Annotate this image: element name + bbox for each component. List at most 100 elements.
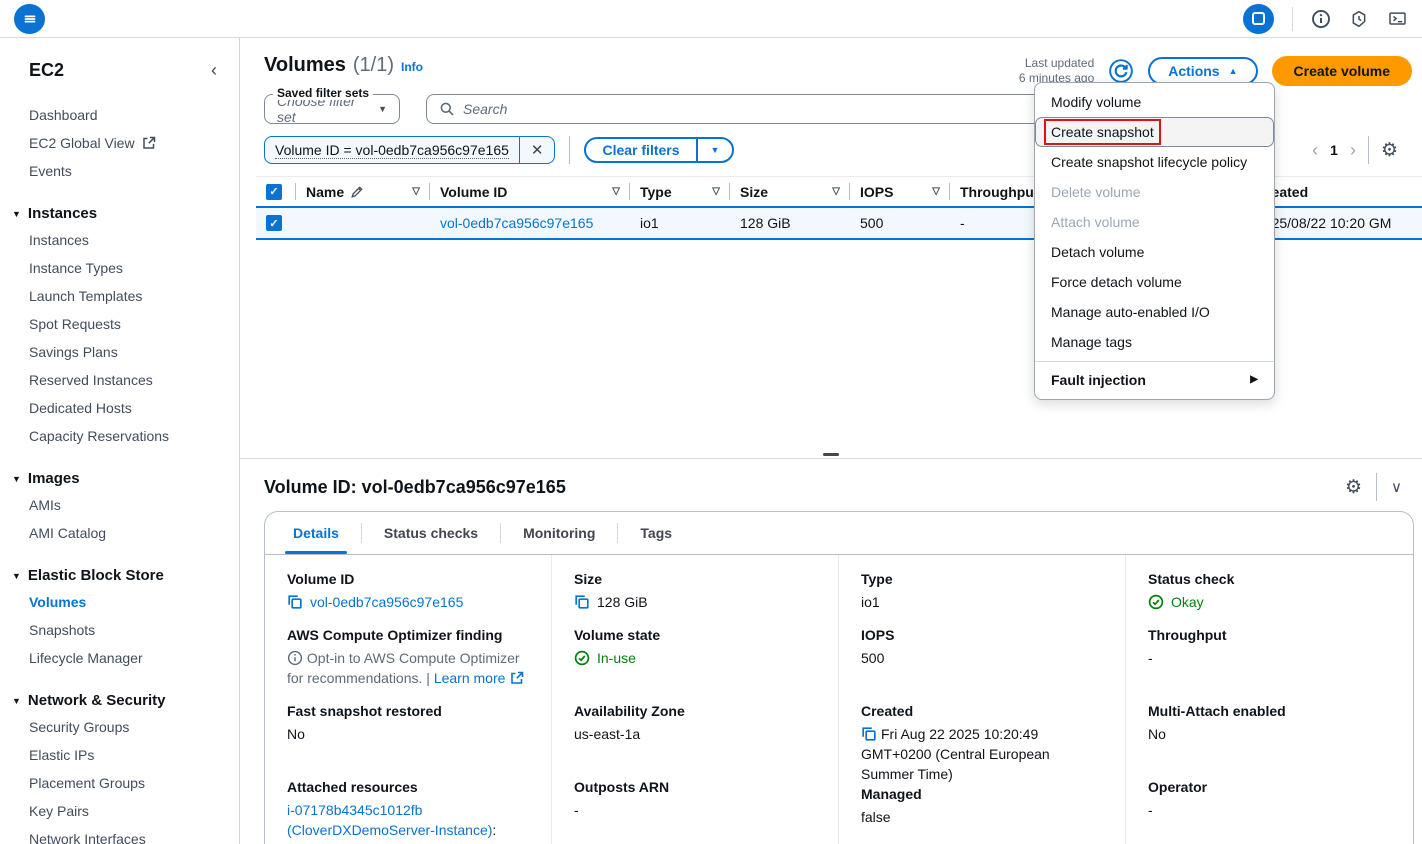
copy-icon[interactable] [574,594,590,610]
filter-icon[interactable]: ▽ [932,186,940,197]
copy-icon[interactable] [861,726,877,742]
topbar-divider [1292,7,1293,31]
sidebar-item-dedicated-hosts[interactable]: Dedicated Hosts [0,394,239,422]
field-attached-resources: Attached resources i-07178b4345c1012fb (… [287,777,529,844]
sidebar-item-amis[interactable]: AMIs [0,491,239,519]
sidebar-item-spot-requests[interactable]: Spot Requests [0,310,239,338]
page-number[interactable]: 1 [1330,142,1338,158]
create-volume-button[interactable]: Create volume [1272,56,1412,86]
select-all-checkbox[interactable]: ✓ [266,184,282,200]
volume-id-link[interactable]: vol-0edb7ca956c97e165 [440,215,593,231]
sidebar-item-volumes[interactable]: Volumes [0,588,239,616]
cloudshell-icon[interactable] [1387,9,1408,29]
sidebar-section-elastic-block-store[interactable]: ▼ Elastic Block Store [0,563,239,588]
saved-filter-sets-label: Saved filter sets [273,86,373,100]
info-icon [287,650,303,666]
panel-splitter[interactable] [240,458,1422,459]
sidebar: EC2 ‹ Dashboard EC2 Global View Events ▼… [0,38,240,844]
tab-status-checks[interactable]: Status checks [362,512,500,554]
menu-item-detach-volume[interactable]: Detach volume [1035,237,1274,267]
panel-icon [1252,12,1265,25]
column-header-type[interactable]: Type ▽ [630,177,730,206]
timer-icon[interactable] [1349,9,1369,29]
menu-item-manage-tags[interactable]: Manage tags [1035,327,1274,357]
clear-filters-dropdown[interactable]: ▼ [698,139,733,161]
copy-icon[interactable] [287,594,303,610]
actions-button[interactable]: Actions ▲ [1148,57,1257,85]
page-title: Volumes [264,54,346,77]
clear-filters-label[interactable]: Clear filters [586,139,695,161]
panel-collapse-icon[interactable]: ∨ [1391,478,1402,496]
next-page-button[interactable]: › [1350,141,1356,159]
sidebar-section-network-security[interactable]: ▼ Network & Security [0,688,239,713]
edit-pencil-icon [349,184,365,200]
field-iops: IOPS 500 [861,625,1103,701]
hamburger-icon [21,10,39,28]
saved-filter-sets-select[interactable]: Saved filter sets Choose filter set ▼ [264,94,400,124]
info-link[interactable]: Info [401,60,423,74]
menu-item-fault-injection[interactable]: Fault injection ▶ [1035,362,1274,395]
sidebar-item-dashboard[interactable]: Dashboard [0,101,239,129]
row-checkbox[interactable]: ✓ [266,215,282,231]
filter-icon[interactable]: ▽ [612,186,620,197]
sidebar-item-ami-catalog[interactable]: AMI Catalog [0,519,239,547]
menu-item-create-snapshot-lifecycle-policy[interactable]: Create snapshot lifecycle policy [1035,147,1274,177]
sidebar-section-images[interactable]: ▼ Images [0,466,239,491]
sidebar-item-savings-plans[interactable]: Savings Plans [0,338,239,366]
sidebar-item-launch-templates[interactable]: Launch Templates [0,282,239,310]
sidebar-item-placement-groups[interactable]: Placement Groups [0,769,239,797]
tab-details[interactable]: Details [271,512,361,554]
filter-icon[interactable]: ▽ [832,186,840,197]
tab-monitoring[interactable]: Monitoring [501,512,617,554]
menu-item-manage-auto-enabled-io[interactable]: Manage auto-enabled I/O [1035,297,1274,327]
cell-name [296,208,430,238]
red-annotation-box: Create snapshot [1051,122,1154,142]
filter-icon[interactable]: ▽ [712,186,720,197]
learn-more-link[interactable]: Learn more [434,670,506,686]
sidebar-item-key-pairs[interactable]: Key Pairs [0,797,239,825]
filter-icon[interactable]: ▽ [412,186,420,197]
sidebar-item-events[interactable]: Events [0,157,239,185]
column-header-name[interactable]: Name ▽ [296,177,430,206]
sidebar-item-instances[interactable]: Instances [0,226,239,254]
refresh-button[interactable] [1108,58,1134,84]
column-header-volume-id[interactable]: Volume ID ▽ [430,177,630,206]
column-header-iops[interactable]: IOPS ▽ [850,177,950,206]
menu-item-delete-volume: Delete volume [1035,177,1274,207]
filter-token: Volume ID = vol-0edb7ca956c97e165 ✕ [264,136,555,164]
field-compute-optimizer: AWS Compute Optimizer finding Opt-in to … [287,625,529,701]
sidebar-item-capacity-reservations[interactable]: Capacity Reservations [0,422,239,450]
remove-filter-button[interactable]: ✕ [520,137,555,163]
sidebar-item-ec2-global-view[interactable]: EC2 Global View [0,129,239,157]
hamburger-menu-button[interactable] [14,4,45,34]
info-icon[interactable] [1311,9,1331,29]
previous-page-button[interactable]: ‹ [1312,141,1318,159]
chevron-down-icon: ▼ [378,104,387,114]
menu-item-create-snapshot[interactable]: Create snapshot [1035,117,1274,147]
sidebar-item-security-groups[interactable]: Security Groups [0,713,239,741]
splitter-handle-icon[interactable] [823,453,839,456]
column-header-size[interactable]: Size ▽ [730,177,850,206]
sidebar-item-lifecycle-manager[interactable]: Lifecycle Manager [0,644,239,672]
cell-type: io1 [630,208,730,238]
menu-item-force-detach-volume[interactable]: Force detach volume [1035,267,1274,297]
section-caret-icon: ▼ [12,571,21,581]
divider [569,136,570,164]
volume-id-detail-link[interactable]: vol-0edb7ca956c97e165 [310,592,463,612]
attached-instance-link[interactable]: i-07178b4345c1012fb (CloverDXDemoServer-… [287,802,492,838]
sidebar-item-elastic-ips[interactable]: Elastic IPs [0,741,239,769]
menu-item-modify-volume[interactable]: Modify volume [1035,87,1274,117]
panel-settings-gear-icon[interactable]: ⚙ [1345,478,1362,497]
sidebar-section-instances[interactable]: ▼ Instances [0,201,239,226]
sidebar-item-instance-types[interactable]: Instance Types [0,254,239,282]
sidebar-item-reserved-instances[interactable]: Reserved Instances [0,366,239,394]
sidebar-item-network-interfaces[interactable]: Network Interfaces [0,825,239,844]
sidebar-item-snapshots[interactable]: Snapshots [0,616,239,644]
field-multi-attach: Multi-Attach enabled No [1148,701,1391,777]
top-bar [0,0,1422,38]
tab-tags[interactable]: Tags [618,512,694,554]
close-icon: ✕ [531,141,544,159]
sidebar-collapse-icon[interactable]: ‹ [211,60,217,81]
table-settings-gear-icon[interactable]: ⚙ [1381,141,1398,160]
panel-toggle-button[interactable] [1243,4,1274,34]
